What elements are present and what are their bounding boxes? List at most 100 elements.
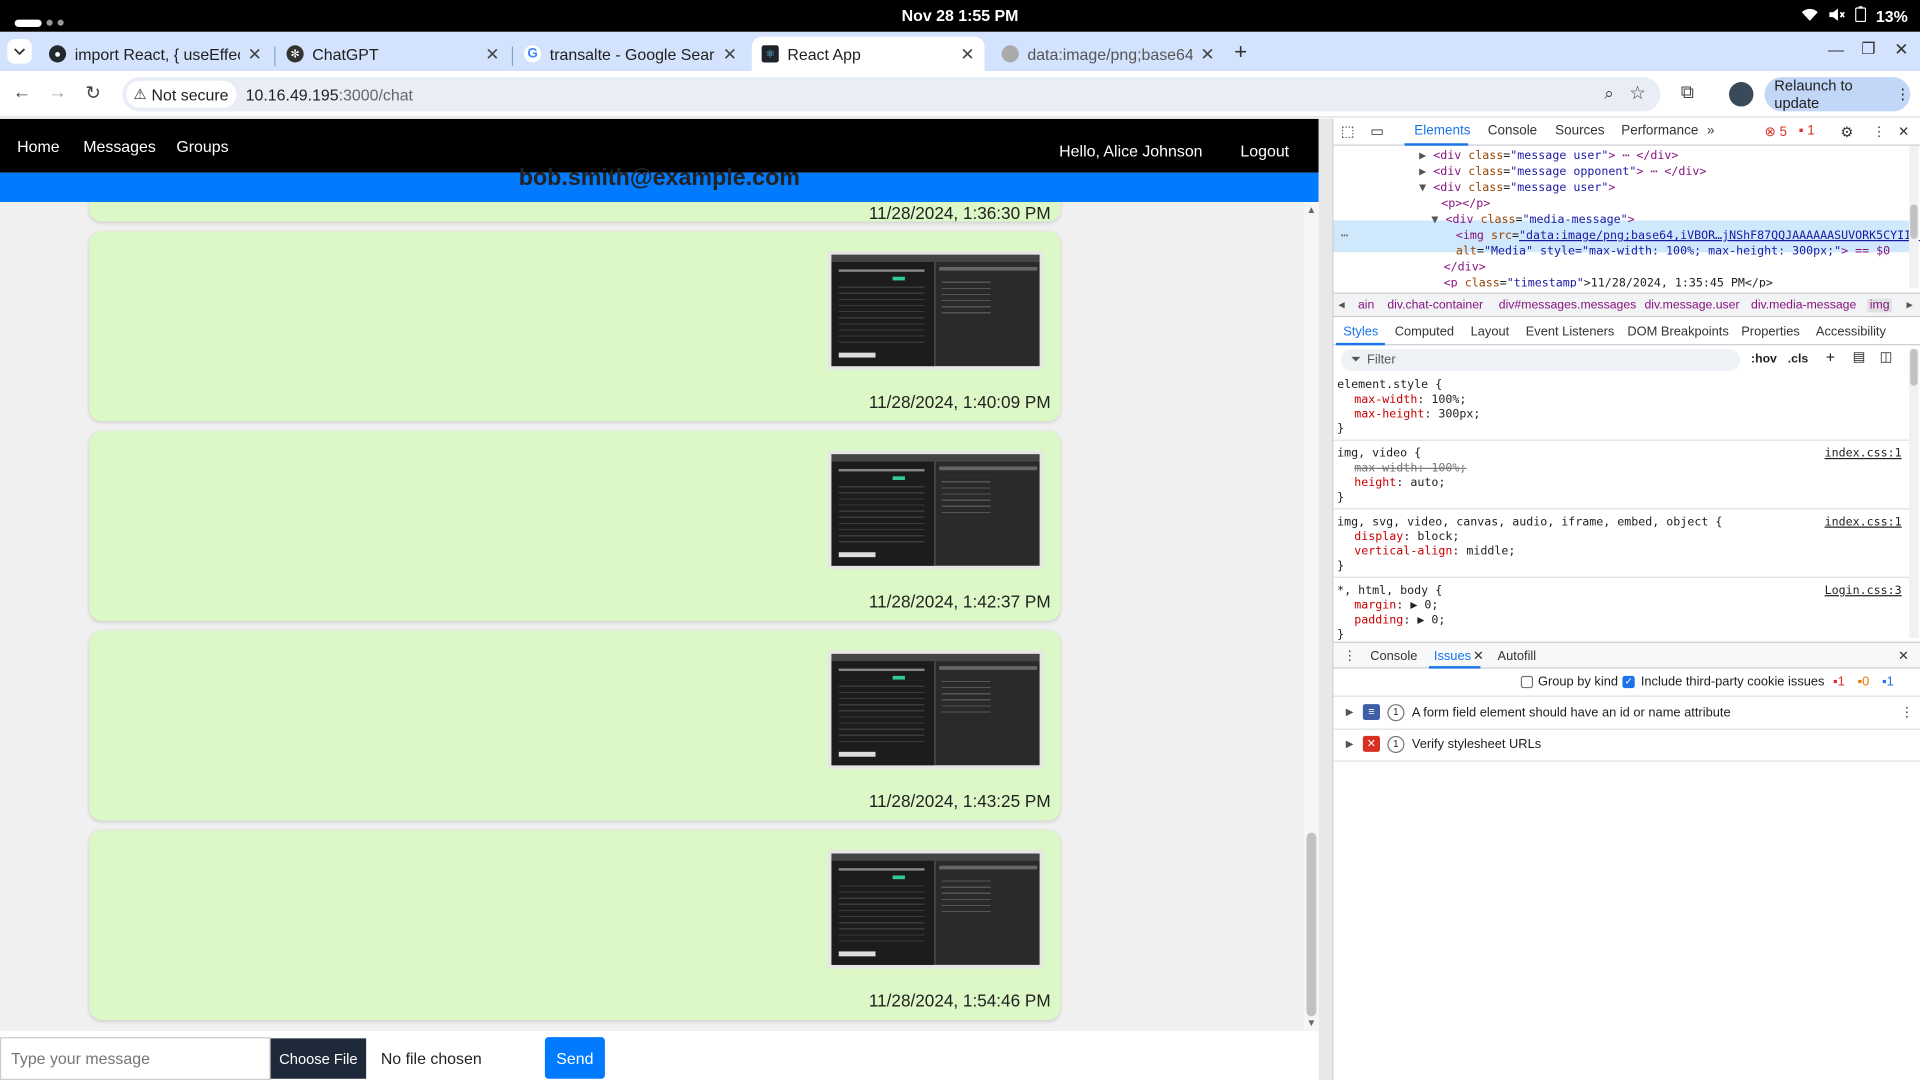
tab-styles[interactable]: Styles (1343, 324, 1378, 339)
dom-scrollbar[interactable] (1908, 145, 1919, 288)
tab-elements[interactable]: Elements (1414, 124, 1470, 139)
device-toolbar-icon[interactable]: ▭ (1370, 122, 1384, 139)
send-button[interactable]: Send (544, 1037, 605, 1079)
tab-properties[interactable]: Properties (1741, 324, 1800, 339)
new-tab-icon[interactable]: + (1234, 39, 1247, 65)
settings-gear-icon[interactable]: ⚙ (1840, 124, 1853, 141)
rule-property[interactable]: max-width: 100%; (1354, 393, 1466, 406)
dom-node[interactable]: <p></p> (1441, 197, 1490, 210)
issue-row[interactable]: ▶ ≡ 1 A form field element should have a… (1333, 698, 1920, 730)
tab-console[interactable]: Console (1488, 124, 1537, 139)
third-party-checkbox[interactable]: ✓ (1622, 675, 1635, 689)
inspect-element-icon[interactable]: ⬚ (1341, 122, 1355, 139)
close-tab-icon[interactable]: ✕ (248, 43, 262, 64)
browser-tab[interactable]: ● import React, { useEffect ✕ (39, 37, 272, 71)
drawer-tab-console[interactable]: Console (1370, 649, 1417, 664)
rule-property-overridden[interactable]: max-width: 100%; (1354, 462, 1466, 475)
reload-icon[interactable]: ↻ (81, 82, 105, 104)
media-image[interactable] (827, 251, 1044, 370)
nav-home-link[interactable]: Home (17, 137, 59, 155)
more-vert-icon[interactable]: ⋮ (1872, 124, 1885, 140)
choose-file-button[interactable]: Choose File (270, 1038, 367, 1079)
extensions-icon[interactable]: ⧉ (1675, 82, 1699, 103)
nav-groups-link[interactable]: Groups (176, 137, 228, 155)
rule-property[interactable]: padding: ▶ 0; (1354, 613, 1445, 626)
message-input[interactable]: Type your message (0, 1037, 271, 1080)
breadcrumb-item[interactable]: ain (1358, 299, 1374, 312)
close-tab-icon[interactable]: ✕ (485, 43, 499, 64)
drawer-tab-autofill[interactable]: Autofill (1498, 649, 1537, 664)
dom-node[interactable]: ▶ <div class="message opponent"> ⋯ </div… (1419, 165, 1706, 178)
rule-property[interactable]: vertical-align: middle; (1354, 545, 1515, 558)
browser-tab[interactable]: data:image/png;base64,i ✕ (992, 37, 1225, 71)
dom-node[interactable]: ▶ <div class="message user"> ⋯ </div> (1419, 149, 1678, 162)
rule-source-link[interactable]: Login.css:3 (1825, 584, 1902, 597)
minimize-icon[interactable]: — (1828, 40, 1844, 58)
rule-property[interactable]: display: block; (1354, 530, 1459, 543)
tab-sources[interactable]: Sources (1555, 124, 1604, 139)
browser-tab-active[interactable]: ⚛ React App ✕ (751, 36, 985, 72)
rule-property[interactable]: height: auto; (1354, 476, 1445, 489)
hov-toggle[interactable]: :hov (1751, 353, 1777, 366)
crumb-left-icon[interactable]: ◂ (1338, 299, 1344, 312)
tab-event-listeners[interactable]: Event Listeners (1526, 324, 1615, 339)
ellipsis-icon[interactable]: ⋯ (1341, 229, 1348, 242)
breadcrumb-item[interactable]: div#messages.messages (1499, 299, 1636, 312)
logout-link[interactable]: Logout (1240, 142, 1289, 160)
bookmark-star-icon[interactable]: ☆ (1629, 82, 1645, 104)
issue-menu-icon[interactable]: ⋮ (1900, 705, 1913, 720)
messages-scrollbar[interactable]: ▲ ▼ (1304, 202, 1319, 1032)
crumb-right-icon[interactable]: ▸ (1907, 299, 1913, 312)
error-count[interactable]: ⊗ 5 (1764, 124, 1787, 140)
close-tab-icon[interactable]: ✕ (960, 43, 974, 64)
styles-scrollbar[interactable] (1908, 348, 1919, 638)
expand-arrow-icon[interactable]: ▶ (1346, 738, 1354, 749)
scroll-up-icon[interactable]: ▲ (1307, 204, 1317, 215)
new-rule-icon[interactable]: + (1826, 348, 1835, 366)
tab-layout[interactable]: Layout (1471, 324, 1510, 339)
scroll-down-icon[interactable]: ▼ (1307, 1018, 1317, 1029)
close-devtools-icon[interactable]: ✕ (1898, 124, 1909, 140)
tab-search-button[interactable] (7, 39, 32, 64)
close-tab-icon[interactable]: ✕ (1200, 43, 1214, 64)
breadcrumb-item[interactable]: div.media-message (1751, 299, 1856, 312)
close-drawer-icon[interactable]: ✕ (1898, 649, 1909, 664)
rule-source-link[interactable]: index.css:1 (1825, 447, 1902, 460)
browser-tab[interactable]: ✻ ChatGPT ✕ (277, 37, 510, 71)
dom-node-selected[interactable]: <img src="data:image/png;base64,iVBOR…jN… (1456, 229, 1920, 242)
media-image[interactable] (827, 650, 1044, 769)
profile-avatar[interactable] (1728, 82, 1754, 107)
drawer-tab-issues[interactable]: Issues (1434, 649, 1471, 664)
close-window-icon[interactable]: ✕ (1894, 39, 1908, 60)
dom-node[interactable]: </div> (1444, 261, 1486, 274)
tab-computed[interactable]: Computed (1395, 324, 1454, 339)
relaunch-button[interactable]: Relaunch to update ⋮ (1764, 77, 1911, 112)
dom-node-attrs[interactable]: alt="Media" style="max-width: 100%; max-… (1456, 245, 1890, 258)
media-image[interactable] (827, 849, 1044, 969)
zoom-icon[interactable]: ⌕ (1604, 83, 1614, 104)
rule-source-link[interactable]: index.css:1 (1825, 516, 1902, 529)
dom-node[interactable]: ▼ <div class="message user"> (1419, 181, 1615, 194)
dom-node[interactable]: ▼ <div class="media-message"> (1431, 213, 1634, 226)
devtools-resizer[interactable] (1318, 118, 1333, 1080)
paint-icon[interactable]: ▤ (1853, 349, 1866, 365)
browser-tab[interactable]: G transalte - Google Search ✕ (514, 37, 747, 71)
drawer-menu-icon[interactable]: ⋮ (1343, 649, 1356, 664)
more-tabs-icon[interactable]: » (1707, 124, 1715, 139)
forward-icon[interactable]: → (45, 82, 69, 103)
tab-dom-breakpoints[interactable]: DOM Breakpoints (1627, 324, 1728, 339)
issue-count[interactable]: ▪ 1 (1799, 124, 1815, 139)
address-bar[interactable]: ⚠ Not secure 10.16.49.195:3000/chat ⌕ ☆ (122, 77, 1661, 112)
rule-property[interactable]: margin: ▶ 0; (1354, 599, 1438, 612)
media-image[interactable] (827, 450, 1044, 570)
tab-accessibility[interactable]: Accessibility (1816, 324, 1886, 339)
restore-icon[interactable]: ❐ (1861, 39, 1875, 59)
nav-messages-link[interactable]: Messages (83, 137, 156, 155)
breadcrumb-item[interactable]: div.message.user (1644, 299, 1739, 312)
cls-toggle[interactable]: .cls (1788, 353, 1808, 366)
breadcrumb-item[interactable]: div.chat-container (1387, 299, 1483, 312)
sidebar-toggle-icon[interactable]: ◫ (1880, 349, 1893, 365)
issue-row[interactable]: ▶ ✕ 1 Verify stylesheet URLs (1333, 730, 1920, 762)
tab-performance[interactable]: Performance (1621, 124, 1698, 139)
close-tab-icon[interactable]: ✕ (723, 43, 737, 64)
